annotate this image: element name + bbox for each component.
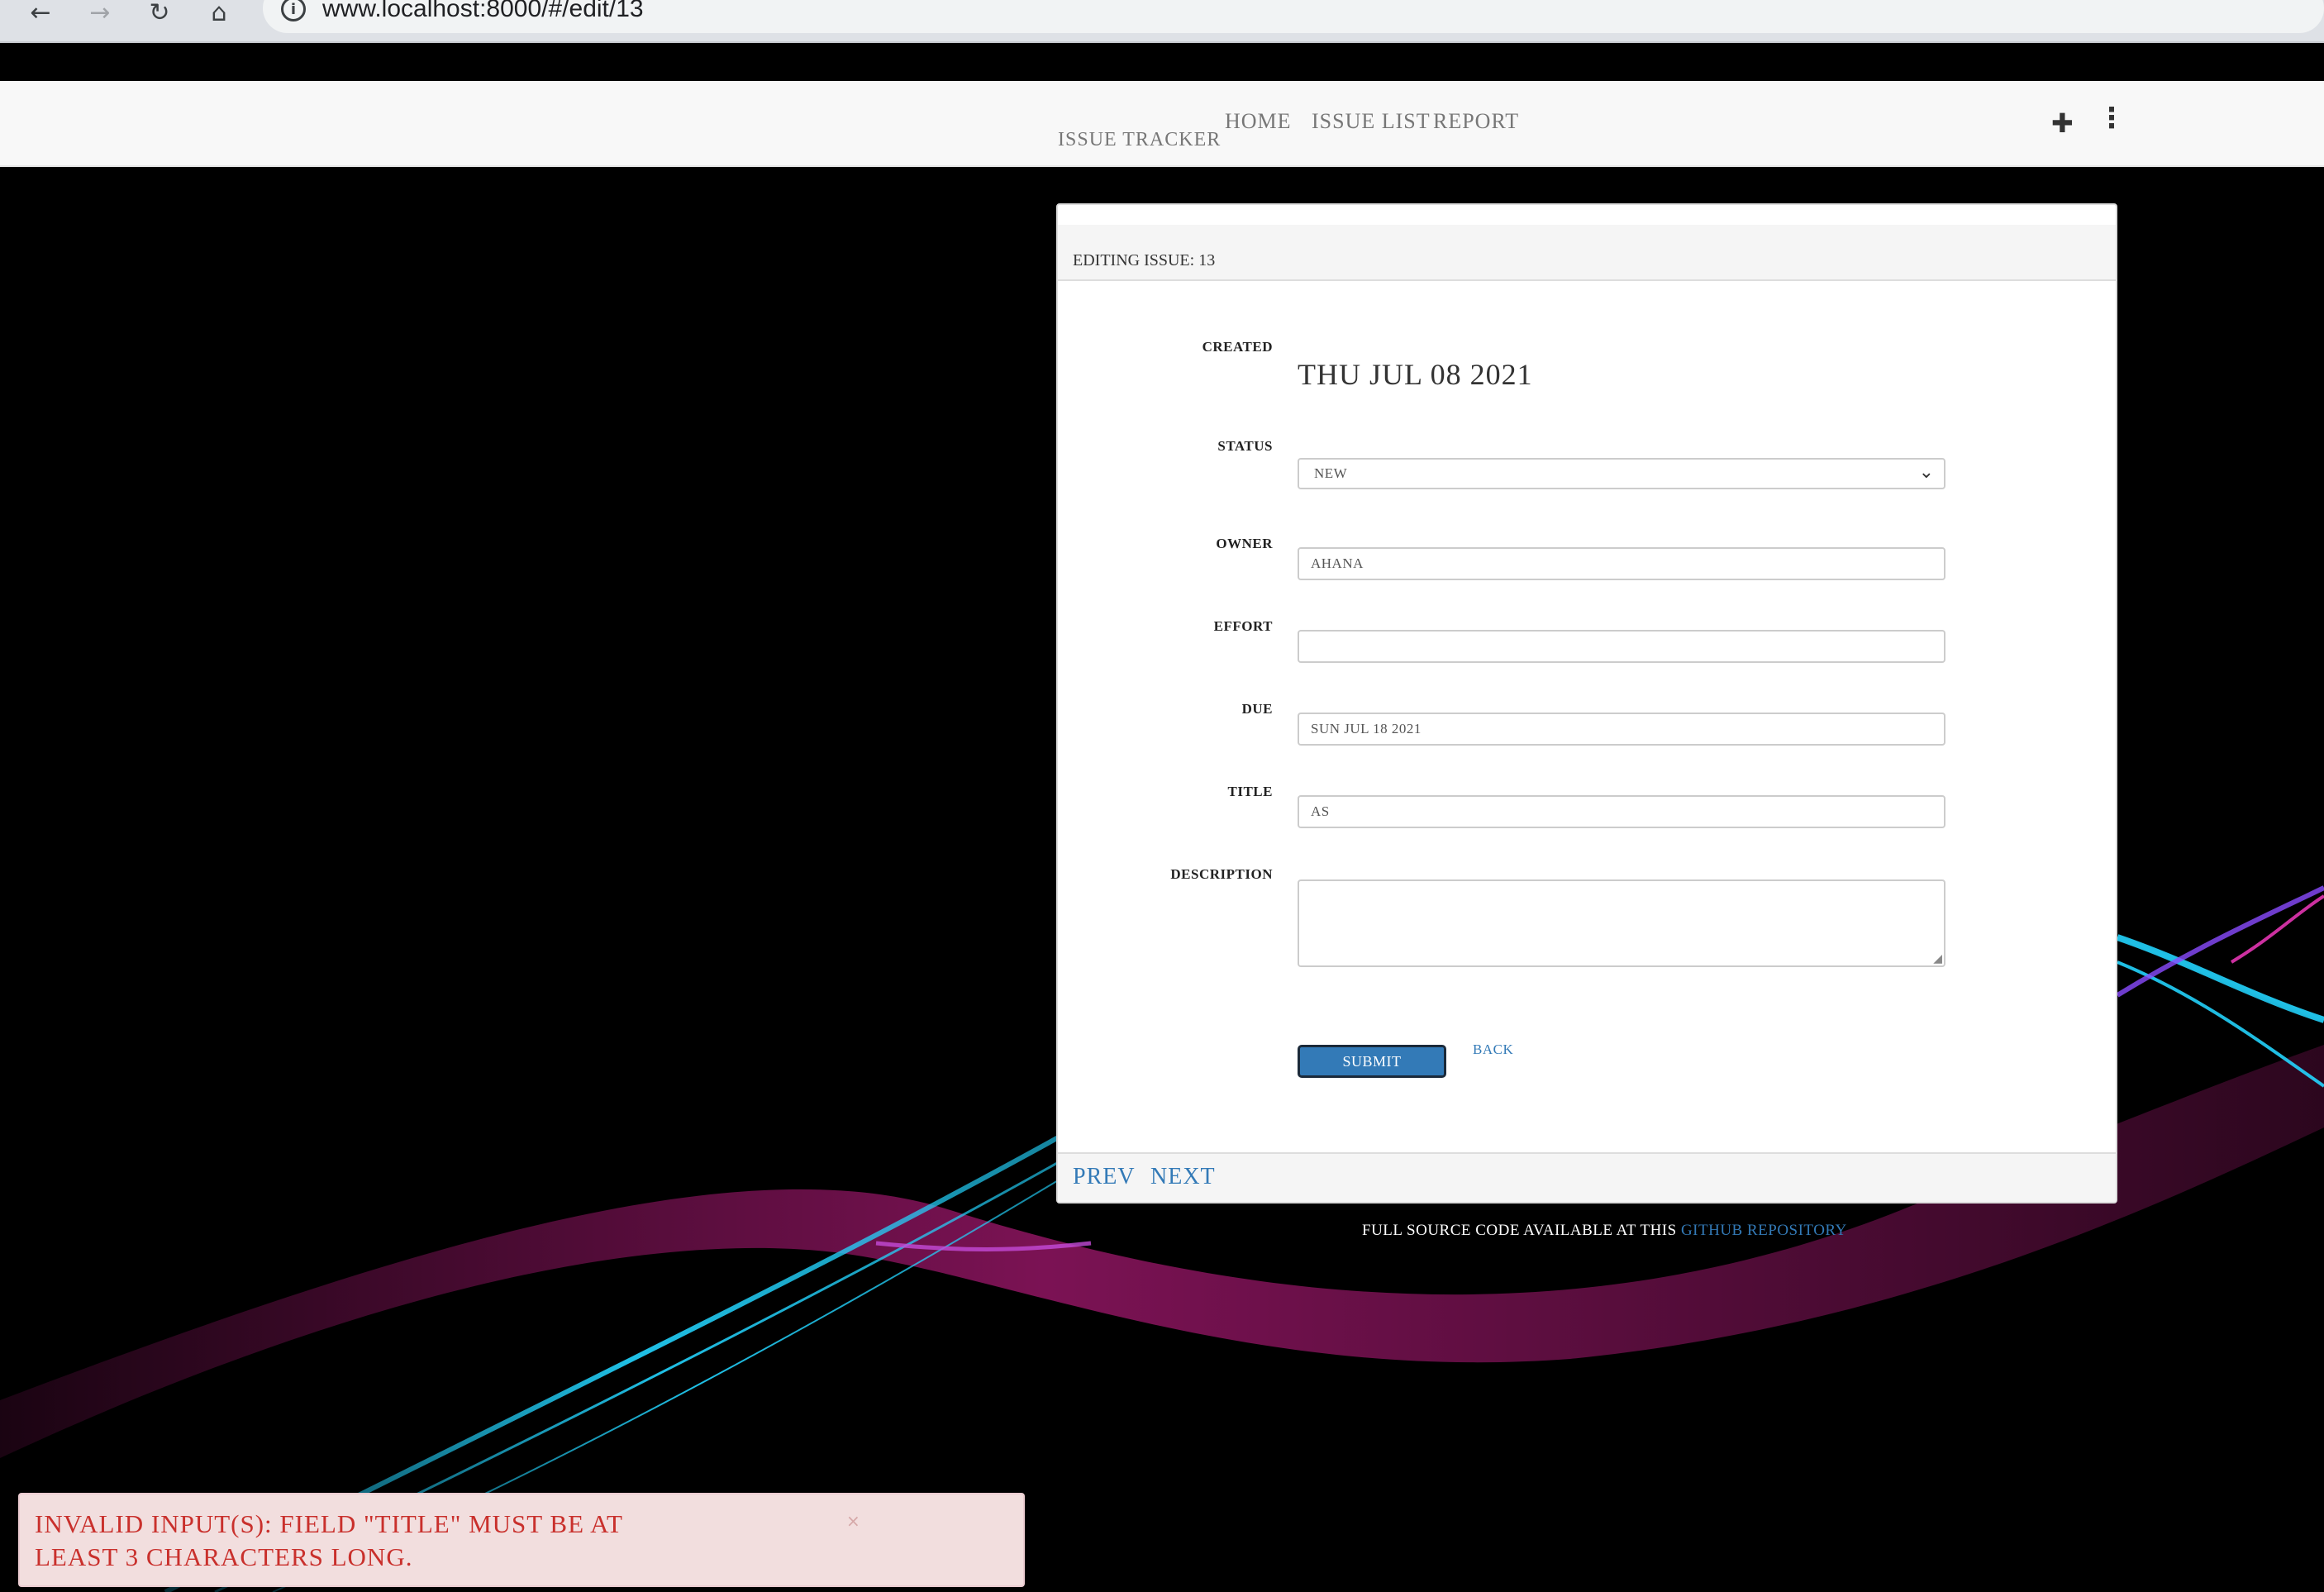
title-label: TITLE	[1227, 784, 1273, 799]
panel-title: EDITING ISSUE: 13	[1073, 251, 1216, 269]
forward-arrow-icon[interactable]: →	[79, 0, 121, 27]
error-toast: INVALID INPUT(S): FIELD "TITLE" MUST BE …	[18, 1493, 1025, 1587]
description-textarea[interactable]: ◢	[1298, 879, 1945, 967]
created-value: THU JUL 08 2021	[1298, 358, 1533, 391]
brand-title[interactable]: ISSUE TRACKER	[1058, 129, 1221, 151]
close-icon[interactable]: ×	[846, 1511, 860, 1531]
github-repository-link[interactable]: GITHUB REPOSITORY	[1681, 1222, 1847, 1239]
source-code-note: FULL SOURCE CODE AVAILABLE AT THIS GITHU…	[1362, 1222, 1847, 1240]
toast-message: INVALID INPUT(S): FIELD "TITLE" MUST BE …	[35, 1509, 623, 1571]
nav-link-issue-list[interactable]: ISSUE LIST	[1312, 109, 1431, 134]
owner-input[interactable]	[1298, 547, 1945, 580]
panel-footer: PREV NEXT	[1058, 1152, 2116, 1202]
effort-label: EFFORT	[1213, 618, 1273, 634]
plus-icon[interactable]: ✚	[2051, 107, 2074, 139]
nav-link-report[interactable]: REPORT	[1433, 109, 1519, 134]
due-label: DUE	[1241, 701, 1273, 717]
title-input[interactable]	[1298, 795, 1945, 828]
prev-link[interactable]: PREV	[1073, 1164, 1136, 1190]
panel-heading: EDITING ISSUE: 13	[1058, 225, 2116, 281]
due-input[interactable]	[1298, 713, 1945, 746]
resize-handle-icon[interactable]: ◢	[1933, 952, 1942, 965]
chevron-down-icon: ⌄	[1918, 462, 1934, 483]
status-label: STATUS	[1217, 438, 1273, 454]
back-arrow-icon[interactable]: ←	[20, 0, 61, 27]
browser-toolbar: ← → ↻ ⌂ i www.localhost:8000/#/edit/13	[0, 0, 2324, 43]
effort-input[interactable]	[1298, 630, 1945, 663]
more-menu-icon[interactable]: ⋮	[2098, 104, 2126, 132]
description-label: DESCRIPTION	[1170, 866, 1273, 882]
nav-link-home[interactable]: HOME	[1225, 109, 1292, 134]
created-label: CREATED	[1202, 339, 1273, 355]
url-text[interactable]: www.localhost:8000/#/edit/13	[322, 0, 644, 23]
app-navbar: ISSUE TRACKER HOME ISSUE LIST REPORT ✚ ⋮	[0, 81, 2324, 167]
status-selected-value: NEW	[1314, 465, 1348, 481]
owner-label: OWNER	[1216, 536, 1273, 551]
home-icon[interactable]: ⌂	[198, 0, 240, 27]
source-note-text: FULL SOURCE CODE AVAILABLE AT THIS	[1362, 1222, 1681, 1239]
status-select[interactable]: NEW ⌄	[1298, 458, 1945, 489]
back-link[interactable]: BACK	[1473, 1041, 1513, 1058]
edit-issue-panel: EDITING ISSUE: 13 CREATED THU JUL 08 202…	[1056, 203, 2117, 1204]
next-link[interactable]: NEXT	[1150, 1164, 1216, 1190]
submit-button[interactable]: SUBMIT	[1298, 1045, 1446, 1078]
reload-icon[interactable]: ↻	[139, 0, 180, 27]
